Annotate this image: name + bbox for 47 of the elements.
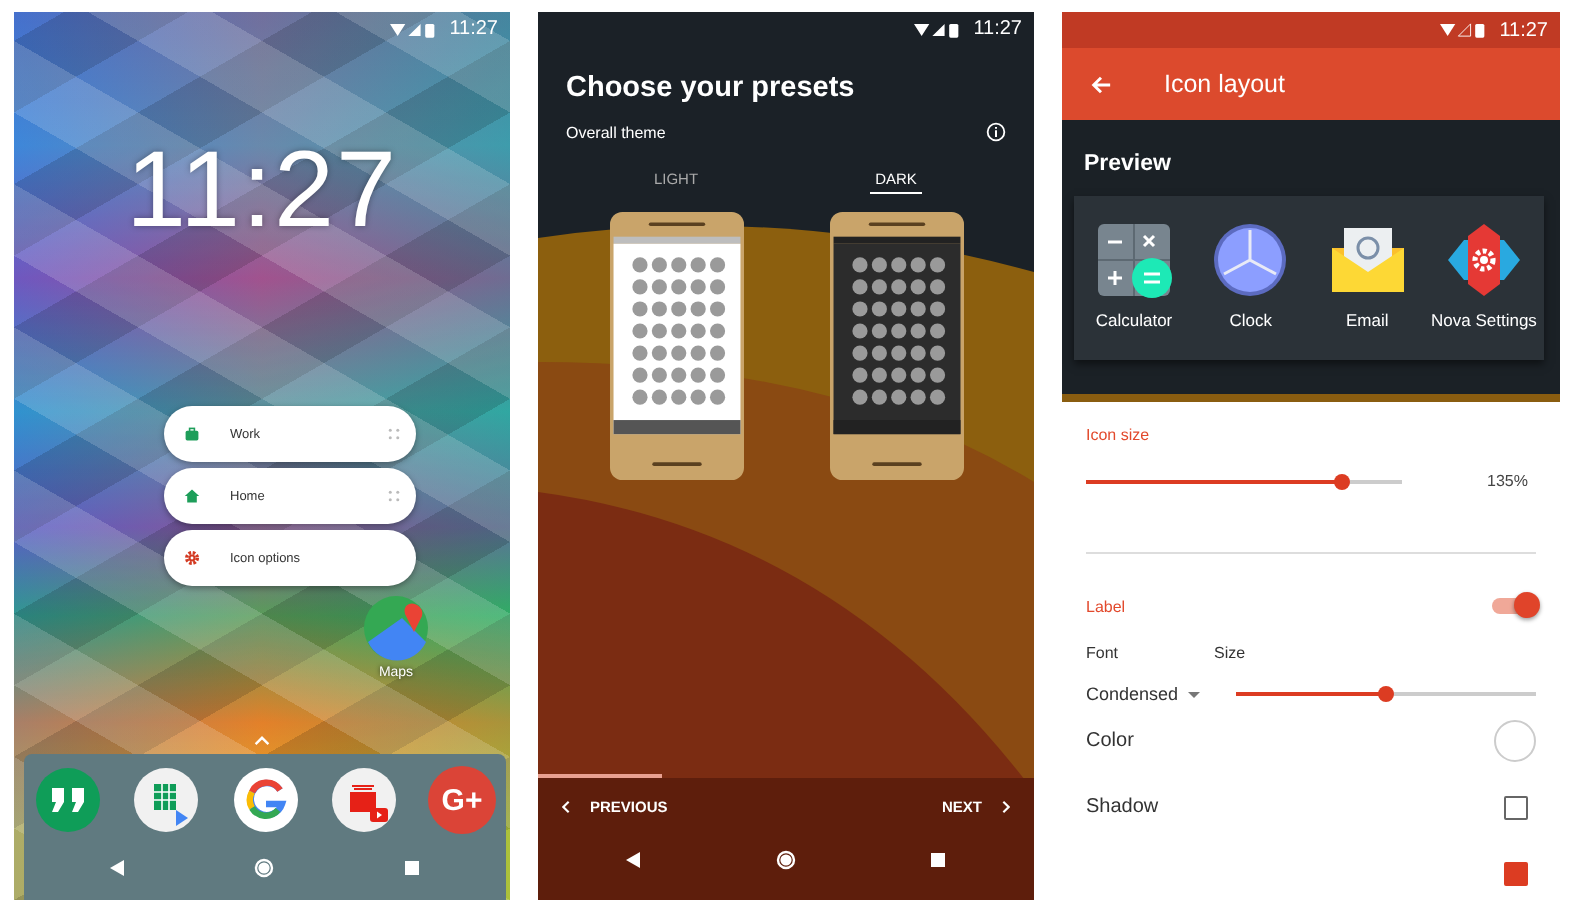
chevron-up-icon[interactable]: [254, 736, 270, 746]
plus-app-icon[interactable]: G+: [428, 766, 496, 834]
home-button-icon[interactable]: [776, 850, 796, 870]
status-time: 11:27: [973, 18, 1022, 40]
checkbox[interactable]: [1504, 795, 1528, 819]
calculator-icon[interactable]: [1094, 220, 1174, 300]
slider-value: 135%: [1487, 472, 1528, 490]
app-label: Nova Settings: [1431, 310, 1537, 330]
chevron-right-icon: [1002, 800, 1010, 814]
grid-app-icon[interactable]: [132, 766, 201, 834]
field-label: Size: [1214, 644, 1246, 662]
screen-title: Icon layout: [1164, 70, 1285, 98]
caret-icon: [1188, 691, 1201, 697]
clock-icon[interactable]: [1210, 220, 1291, 300]
settings-icon: [184, 550, 200, 566]
setting-heading: Label: [1086, 597, 1126, 615]
option-label: Color: [1086, 730, 1134, 752]
option-label: Shadow: [1086, 796, 1159, 818]
app-label: Calculator: [1095, 310, 1173, 330]
info-icon[interactable]: [986, 122, 1006, 142]
field-label: Font: [1086, 644, 1119, 662]
recents-icon[interactable]: [928, 850, 948, 870]
gear-hexagon-icon[interactable]: [1443, 220, 1524, 300]
slider-thumb[interactable]: [1333, 473, 1350, 489]
color-swatch[interactable]: [1494, 720, 1536, 762]
drag-handle-icon[interactable]: [388, 490, 400, 502]
slider-thumb[interactable]: [1378, 686, 1394, 702]
status-time: 11:27: [449, 18, 498, 40]
section-label: Overall theme: [566, 123, 666, 141]
quote-app-icon[interactable]: [34, 766, 102, 834]
checkbox[interactable]: [1504, 861, 1528, 885]
app-label: Clock: [1229, 310, 1272, 330]
preview-heading: Preview: [1084, 152, 1173, 176]
clock-time: 11:27: [123, 130, 401, 250]
home-icon: [184, 488, 200, 504]
setting-heading: Icon size: [1086, 426, 1152, 444]
back-icon[interactable]: [624, 850, 644, 870]
font-dropdown[interactable]: Condensed: [1086, 680, 1201, 708]
drag-handle-icon[interactable]: [388, 428, 400, 440]
status-time: 11:27: [1499, 19, 1548, 41]
briefcase-icon: [184, 426, 200, 442]
play-app-icon[interactable]: [329, 766, 398, 834]
colored-ring-app-icon[interactable]: [231, 766, 299, 834]
back-arrow-icon[interactable]: [1090, 73, 1112, 95]
screen-title: Choose your presets: [566, 72, 857, 104]
chevron-left-icon: [562, 800, 570, 814]
app-label: Email: [1346, 310, 1389, 330]
